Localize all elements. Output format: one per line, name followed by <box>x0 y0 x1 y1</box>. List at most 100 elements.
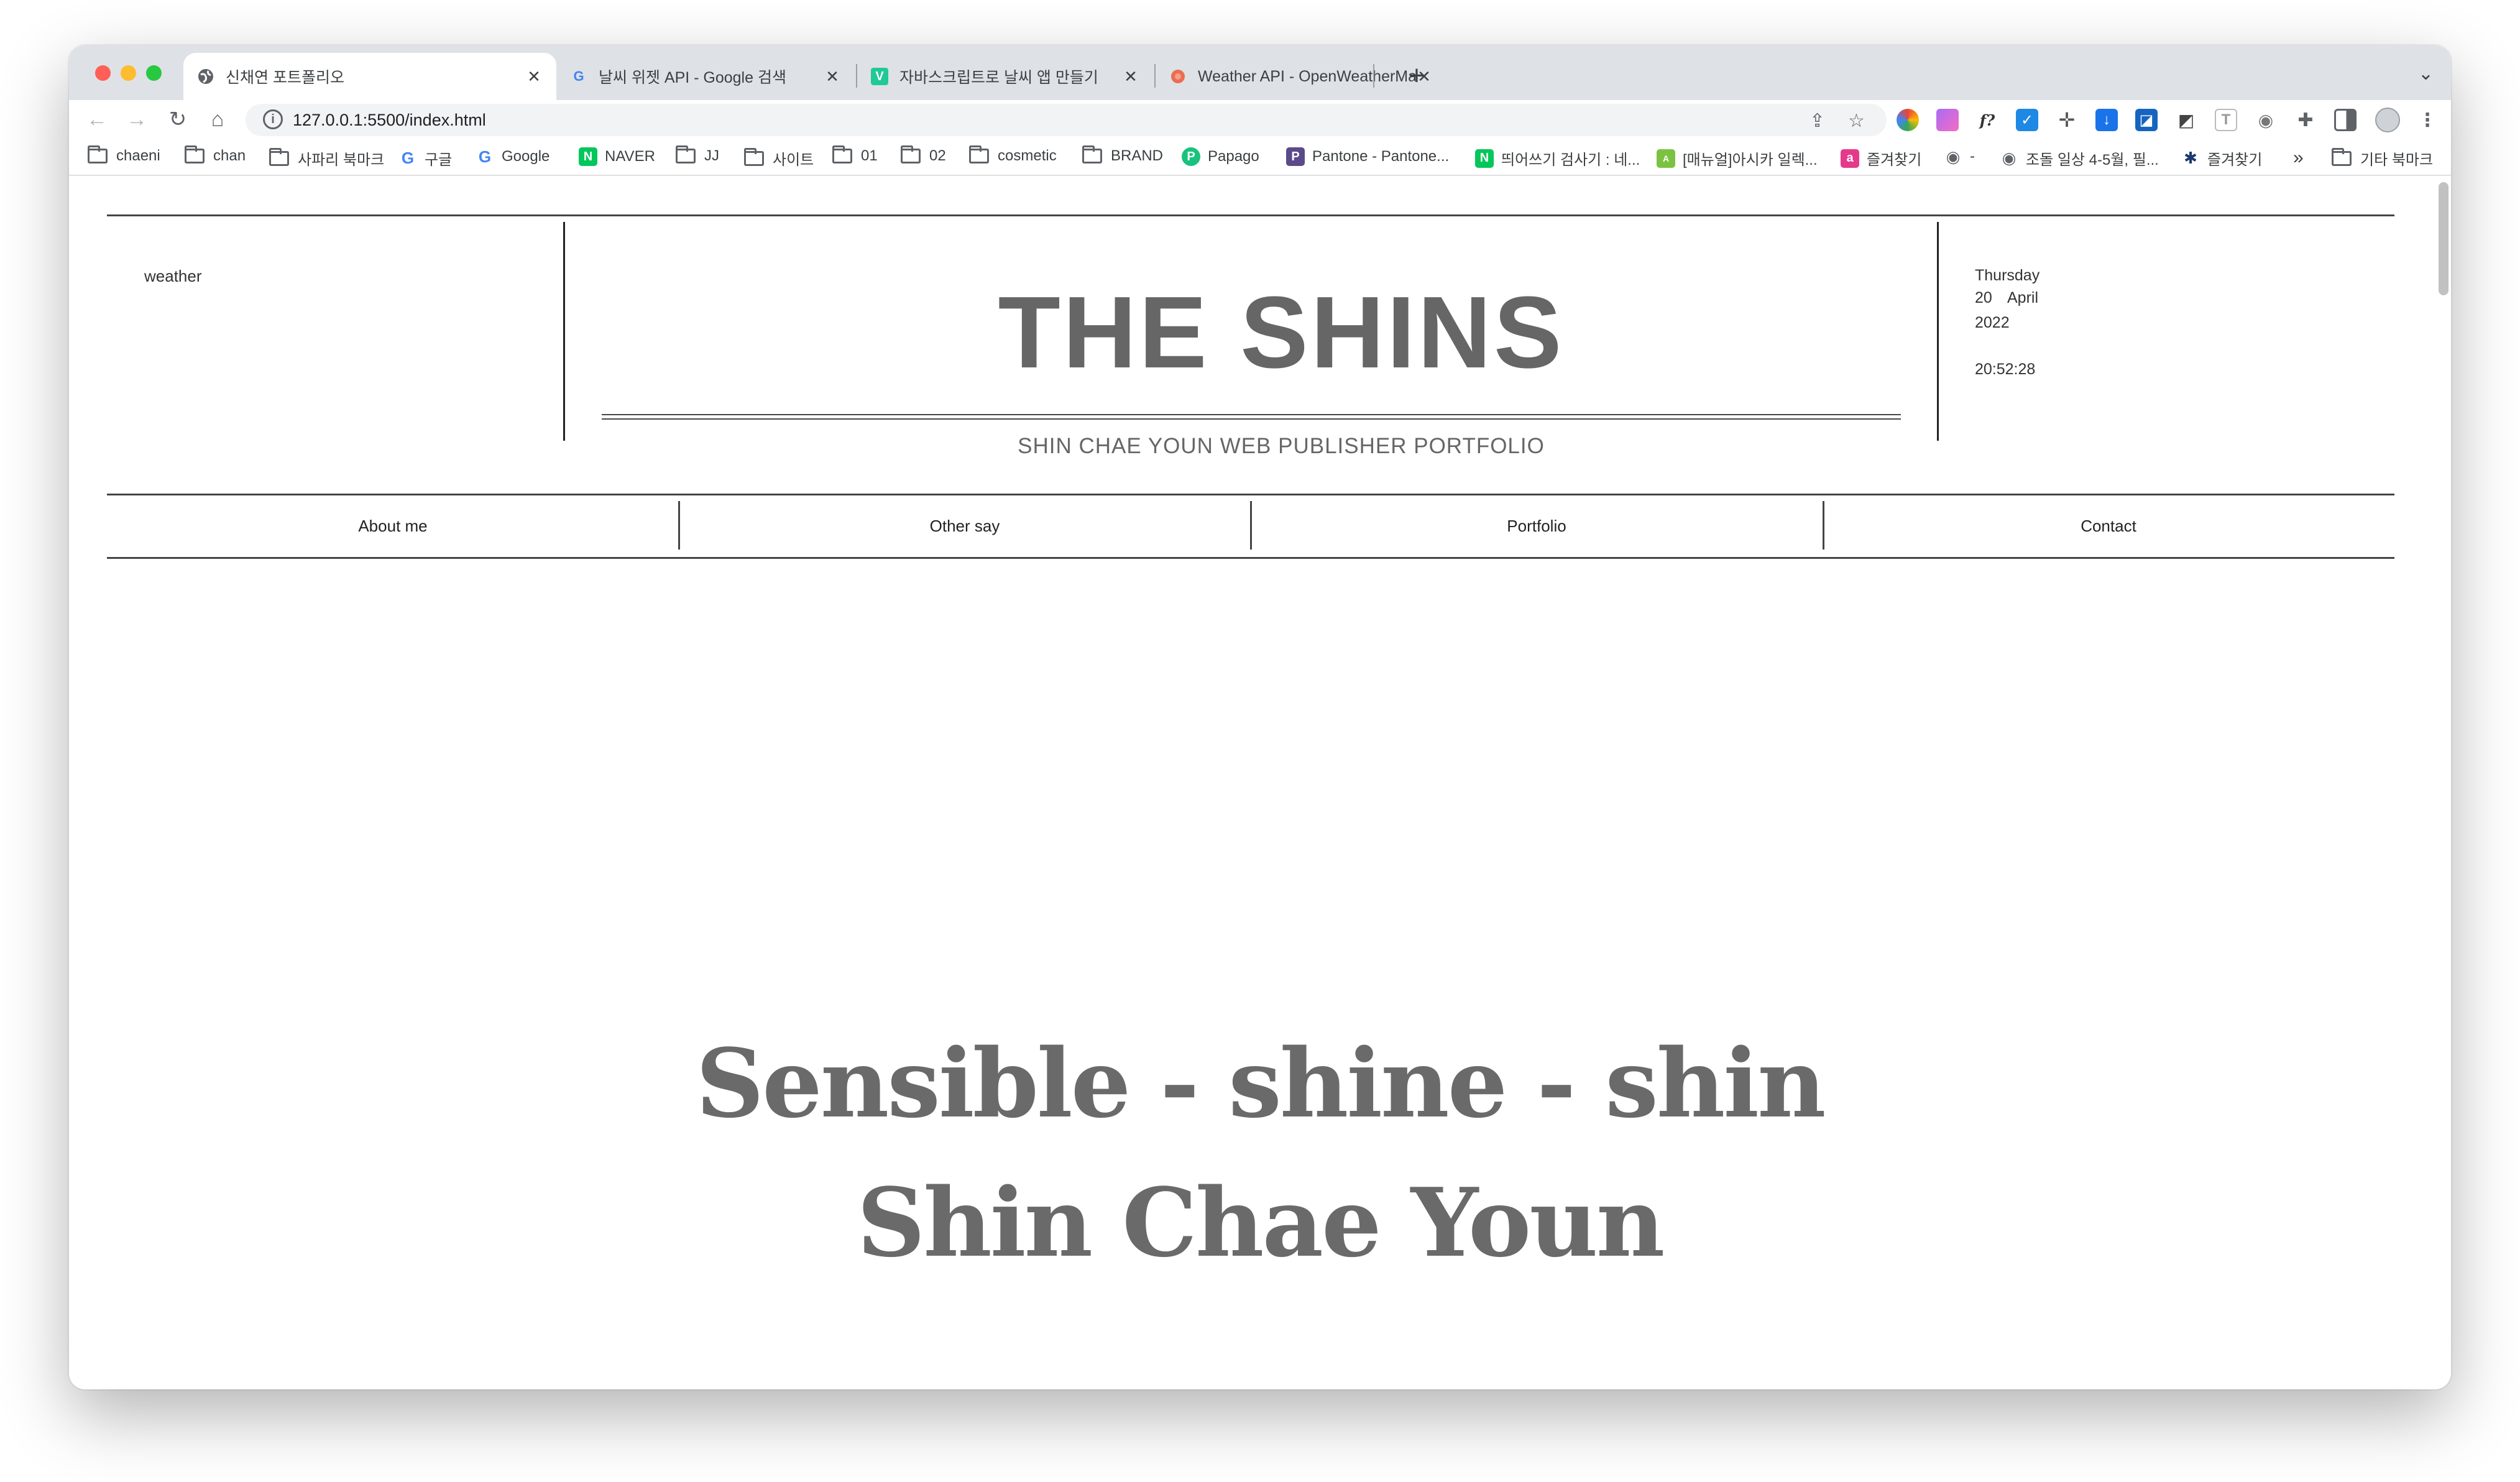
bookmark-other[interactable]: 기타 북마크 <box>2332 147 2433 169</box>
maximize-window-button[interactable] <box>146 65 162 81</box>
bookmark-daily[interactable]: ◉ 조돌 일상 4-5월, 필... <box>2000 147 2159 169</box>
bookmark-02[interactable]: 02 <box>901 145 946 165</box>
bookmark-jj[interactable]: JJ <box>676 145 719 165</box>
close-tab-icon[interactable]: ✕ <box>525 67 543 86</box>
bookmark-label: 02 <box>929 147 946 164</box>
globe-icon <box>197 68 214 85</box>
bookmark-dash[interactable]: ◉ - <box>1944 147 1975 166</box>
url-text[interactable]: 127.0.0.1:5500/index.html <box>293 111 486 130</box>
text-extension-icon[interactable]: T <box>2215 109 2237 131</box>
pantone-icon: P <box>1286 147 1305 166</box>
folder-icon <box>676 145 696 163</box>
tab-velog[interactable]: V 자바스크립트로 날씨 앱 만들기 ✕ <box>857 53 1153 100</box>
browser-toolbar: ← → ↻ ⌂ i 127.0.0.1:5500/index.html ⇪ ☆ … <box>69 100 2451 140</box>
camera-extension-icon[interactable]: ◉ <box>2255 109 2277 131</box>
bookmark-google[interactable]: G Google <box>476 147 550 166</box>
bookmark-label: NAVER <box>605 148 655 165</box>
color-extension-icon[interactable] <box>1897 109 1919 131</box>
folder-icon <box>88 145 108 163</box>
clock-time: 20:52:28 <box>1975 361 2036 378</box>
naver-icon: N <box>1475 149 1494 168</box>
close-tab-icon[interactable]: ✕ <box>824 67 841 86</box>
naver-icon: N <box>579 147 597 166</box>
bookmark-label: 01 <box>861 147 878 164</box>
nav-top-rule <box>107 494 2394 495</box>
google-icon: G <box>478 147 492 166</box>
bookmark-label: - <box>1970 148 1975 165</box>
bookmark-cosmetic[interactable]: cosmetic <box>969 145 1057 165</box>
new-tab-button[interactable]: + <box>1398 58 1435 95</box>
bookmarks-overflow[interactable]: » <box>2293 147 2304 168</box>
bookmark-label: 즐겨찾기 <box>2207 152 2263 168</box>
folder-icon <box>1082 145 1102 163</box>
bookmark-pantone[interactable]: P Pantone - Pantone... <box>1286 147 1449 166</box>
openweather-icon <box>1169 68 1187 85</box>
hero-name: Shin Chae Youn <box>857 1167 1665 1278</box>
bookmark-papago[interactable]: P Papago <box>1182 147 1259 166</box>
bookmark-favorites-palm[interactable]: ✱ 즐겨찾기 <box>2181 147 2262 169</box>
tab-google-search[interactable]: G 날씨 위젯 API - Google 검색 ✕ <box>556 53 855 100</box>
bookmark-star-icon[interactable]: ☆ <box>1848 110 1865 132</box>
puzzle-extensions-icon[interactable]: ✚ <box>2294 109 2317 131</box>
share-icon[interactable]: ⇪ <box>1810 110 1825 132</box>
close-window-button[interactable] <box>95 65 111 81</box>
bookmark-google-kr[interactable]: G 구글 <box>398 147 452 169</box>
bookmark-brand[interactable]: BRAND <box>1082 145 1163 165</box>
back-arrow-icon[interactable]: ← <box>83 105 111 134</box>
bookmark-chan[interactable]: chan <box>185 145 246 165</box>
capture-extension-icon[interactable]: ◪ <box>2135 109 2158 131</box>
menu-kebab-icon[interactable]: ⋮ <box>2416 109 2439 131</box>
date-month: April <box>2007 289 2039 306</box>
vertical-scrollbar[interactable] <box>2439 182 2449 295</box>
date-day: 20 <box>1975 289 1992 306</box>
bookmark-chaeni[interactable]: chaeni <box>88 145 160 165</box>
tab-search-chevron-icon[interactable]: ⌄ <box>2418 63 2434 85</box>
bookmark-label: Pantone - Pantone... <box>1312 148 1450 165</box>
bookmark-label: 구글 <box>425 152 453 168</box>
move-extension-icon[interactable]: ✛ <box>2056 109 2078 131</box>
window-extension-icon[interactable]: ◩ <box>2175 109 2197 131</box>
bookmark-naver[interactable]: N NAVER <box>579 147 655 166</box>
globe-icon: ◉ <box>1946 147 1961 166</box>
site-info-icon[interactable]: i <box>263 109 283 129</box>
bookmark-spacing-checker[interactable]: N 띄어쓰기 검사기 : 네... <box>1475 147 1640 169</box>
site-title: THE SHINS <box>998 275 1565 389</box>
bookmark-label: Papago <box>1208 148 1259 165</box>
bookmark-safari[interactable]: 사파리 북마크 <box>269 147 384 169</box>
bookmark-asica[interactable]: A [매뉴얼]아시카 일렉... <box>1657 147 1818 169</box>
tab-separator <box>1373 64 1374 88</box>
google-icon: G <box>573 68 584 84</box>
reload-icon[interactable]: ↻ <box>163 105 192 134</box>
close-tab-icon[interactable]: ✕ <box>1122 67 1139 86</box>
bookmark-label: Google <box>502 148 550 165</box>
bookmark-favorites[interactable]: a 즐겨찾기 <box>1841 147 1921 169</box>
minimize-window-button[interactable] <box>121 65 136 81</box>
tab-portfolio[interactable]: 신채연 포트폴리오 ✕ <box>183 53 556 100</box>
nav-portfolio[interactable]: Portfolio <box>1251 517 1823 536</box>
bookmark-sites[interactable]: 사이트 <box>744 147 814 169</box>
nav-contact[interactable]: Contact <box>1823 517 2394 536</box>
home-icon[interactable]: ⌂ <box>203 105 232 134</box>
nav-bottom-rule <box>107 557 2394 559</box>
nav-other-say[interactable]: Other say <box>679 517 1251 536</box>
page-viewport: weather THE SHINS SHIN CHAE YOUN WEB PUB… <box>69 176 2451 1389</box>
bookmark-label: 기타 북마크 <box>2360 152 2434 168</box>
bookmark-01[interactable]: 01 <box>832 145 878 165</box>
hero-tagline: Sensible - shine - shin <box>696 1028 1826 1139</box>
forward-arrow-icon[interactable]: → <box>122 105 151 134</box>
bookmark-label: chan <box>213 147 246 164</box>
tab-title: 자바스크립트로 날씨 앱 만들기 <box>899 69 1098 86</box>
profile-avatar[interactable] <box>2375 108 2400 132</box>
address-bar[interactable]: i 127.0.0.1:5500/index.html ⇪ ☆ <box>246 104 1887 136</box>
title-rule-2 <box>602 418 1901 420</box>
google-icon: G <box>401 149 415 167</box>
checkbox-extension-icon[interactable]: ✓ <box>2016 109 2038 131</box>
gradient-extension-icon[interactable] <box>1936 109 1959 131</box>
folder-icon <box>969 145 989 163</box>
side-panel-icon[interactable] <box>2334 109 2357 131</box>
tab-strip: 신채연 포트폴리오 ✕ G 날씨 위젯 API - Google 검색 ✕ V … <box>69 45 2451 100</box>
nav-about-me[interactable]: About me <box>107 517 679 536</box>
whatfont-extension-icon[interactable]: f? <box>1976 109 1998 131</box>
bookmark-label: cosmetic <box>998 147 1057 164</box>
download-extension-icon[interactable]: ↓ <box>2095 109 2118 131</box>
